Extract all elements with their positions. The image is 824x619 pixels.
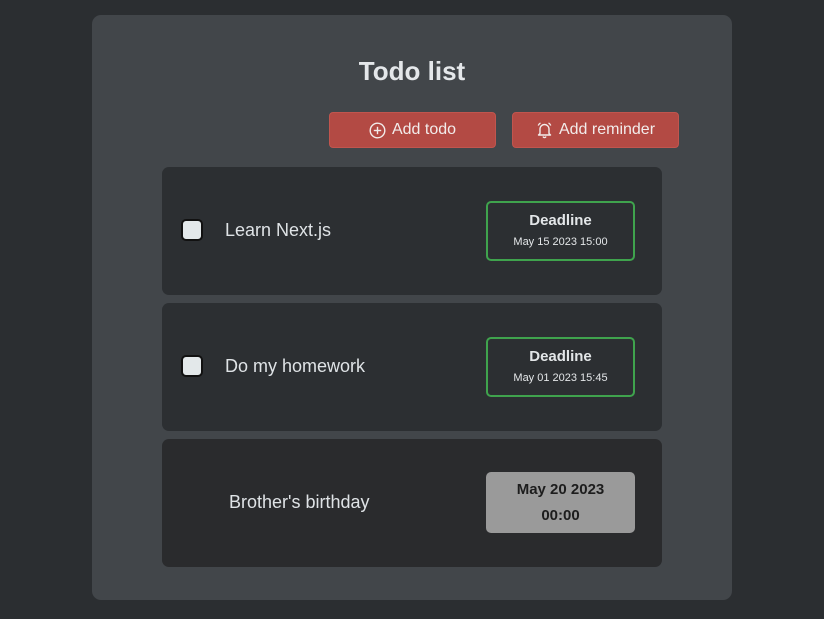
todo-item: Do my homework Deadline May 01 2023 15:4… [162,303,662,431]
alarm-bell-icon [536,121,553,139]
add-reminder-label: Add reminder [558,121,656,138]
todo-checkbox[interactable] [181,219,203,241]
deadline-date: May 15 2023 15:00 [513,236,608,248]
reminder-time: 00:00 [541,507,580,524]
plus-circle-icon [369,121,386,139]
page-title: Todo list [358,56,466,86]
reminder-date: May 20 2023 [516,481,605,498]
deadline-badge: Deadline May 01 2023 15:45 [486,337,635,397]
todo-text: Learn Next.js [225,220,332,240]
reminder-text: Brother's birthday [229,492,370,512]
deadline-badge: Deadline May 15 2023 15:00 [486,201,635,261]
add-todo-button[interactable]: Add todo [329,112,496,148]
todo-checkbox[interactable] [181,355,203,377]
deadline-label: Deadline [529,348,592,365]
todo-item: Learn Next.js Deadline May 15 2023 15:00 [162,167,662,295]
todo-text: Do my homework [225,356,366,376]
reminder-date-badge: May 20 2023 00:00 [486,472,635,533]
add-reminder-button[interactable]: Add reminder [512,112,679,148]
deadline-label: Deadline [529,212,592,229]
deadline-date: May 01 2023 15:45 [513,372,608,384]
reminder-item: Brother's birthday May 20 2023 00:00 [162,439,662,567]
add-todo-label: Add todo [391,121,457,138]
